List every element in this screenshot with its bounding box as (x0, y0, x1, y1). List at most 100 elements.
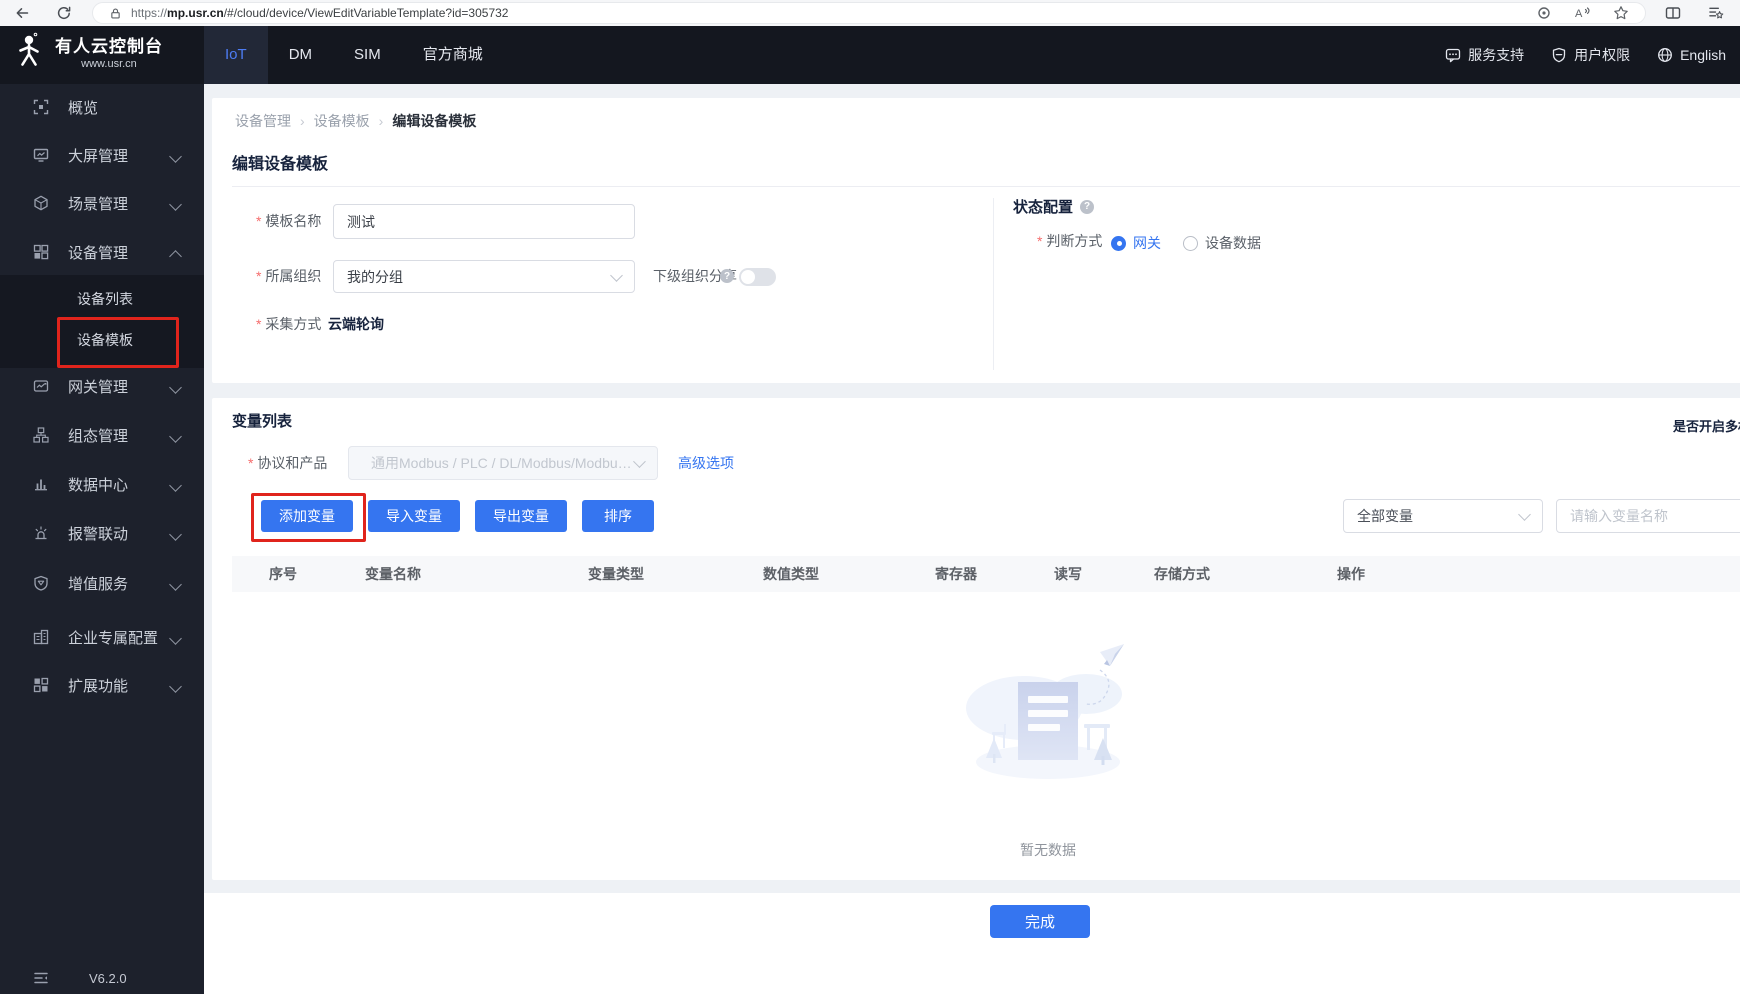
user-permission-link[interactable]: 用户权限 (1551, 45, 1630, 65)
extension-icon (33, 677, 49, 693)
import-variable-button[interactable]: 导入变量 (368, 500, 460, 532)
sidebar-item-device-list[interactable]: 设备列表 (0, 278, 204, 320)
url-path: /#/cloud/device/ViewEditVariableTemplate… (223, 6, 509, 20)
variable-filter-select[interactable]: 全部变量 (1343, 499, 1543, 533)
chevron-down-icon (169, 150, 182, 163)
chevron-down-icon (169, 680, 182, 693)
sidebar-label: 企业专属配置 (68, 629, 159, 647)
top-nav-links: 服务支持 用户权限 English (1445, 26, 1726, 84)
sidebar-item-overview[interactable]: 概览 (0, 86, 204, 128)
radio-dot (1183, 235, 1198, 251)
vertical-divider (993, 198, 994, 370)
tab-dm[interactable]: DM (268, 26, 333, 84)
document-shape (1018, 682, 1078, 760)
user-permission-label: 用户权限 (1574, 47, 1631, 63)
url-bar[interactable]: https://mp.usr.cn/#/cloud/device/ViewEdi… (92, 2, 1646, 24)
screen-icon (33, 148, 49, 162)
chevron-down-icon (169, 430, 182, 443)
sidebar-item-alarm-linkage[interactable]: 报警联动 (0, 512, 204, 554)
collections-icon[interactable] (1708, 5, 1724, 21)
breadcrumb-device-template[interactable]: 设备模板 (314, 111, 370, 131)
advanced-options-link[interactable]: 高级选项 (678, 446, 734, 480)
column-header-register: 寄存器 (935, 566, 977, 582)
breadcrumb-device-mgmt[interactable]: 设备管理 (235, 111, 291, 131)
title-divider (232, 186, 1740, 187)
chevron-down-icon (610, 268, 623, 282)
service-support-link[interactable]: 服务支持 (1445, 45, 1524, 65)
page-title: 编辑设备模板 (232, 156, 329, 173)
shield-icon (1552, 47, 1566, 63)
export-variable-button[interactable]: 导出变量 (475, 500, 567, 532)
back-icon[interactable] (14, 5, 30, 21)
template-name-input[interactable]: 测试 (333, 204, 635, 239)
empty-state-illustration (966, 644, 1124, 779)
collect-mode-label: 采集方式 (256, 310, 321, 338)
protocol-label: 协议和产品 (248, 446, 327, 480)
sidebar-label: 增值服务 (68, 575, 129, 593)
tab-official-store[interactable]: 官方商城 (402, 26, 504, 84)
sidebar-footer: V6.2.0 (0, 970, 204, 986)
lock-icon (111, 7, 120, 19)
breadcrumb-current: 编辑设备模板 (392, 113, 477, 129)
sidebar-item-value-services[interactable]: 增值服务 (0, 562, 204, 604)
empty-state: 暂无数据 (212, 636, 1740, 860)
status-config-title: 状态配置 (1013, 199, 1074, 216)
sidebar-item-data-center[interactable]: 数据中心 (0, 463, 204, 505)
chevron-down-icon (169, 632, 182, 645)
url-domain: mp.usr.cn (167, 6, 224, 20)
brand-logo[interactable]: 有人云控制台 www.usr.cn (12, 32, 163, 74)
tab-sim[interactable]: SIM (333, 26, 402, 84)
radio-gateway-label: 网关 (1133, 235, 1161, 251)
annotation-box-device-template (57, 317, 179, 368)
chevron-down-icon (169, 198, 182, 211)
brand-title: 有人云控制台 (55, 36, 163, 56)
url-text: https://mp.usr.cn/#/cloud/device/ViewEdi… (131, 6, 508, 20)
column-header-name: 变量名称 (365, 566, 421, 582)
variable-list-card: 变量列表 是否开启多机采集 协议和产品 通用Modbus / PLC / DL/… (212, 398, 1740, 880)
language-switch[interactable]: English (1657, 47, 1726, 63)
column-header-data-type: 数值类型 (763, 566, 819, 582)
svg-text:A: A (1575, 8, 1583, 20)
sidebar-label: 扩展功能 (68, 677, 129, 695)
breadcrumb: 设备管理 › 设备模板 › 编辑设备模板 (235, 111, 476, 131)
split-screen-icon[interactable] (1665, 5, 1681, 21)
location-icon[interactable] (1536, 5, 1552, 21)
read-aloud-icon[interactable]: A (1574, 5, 1591, 21)
variable-search-input[interactable] (1556, 499, 1740, 533)
sidebar-item-device-mgmt[interactable]: 设备管理 (0, 231, 204, 273)
chevron-down-icon (169, 479, 182, 492)
column-header-var-type: 变量类型 (588, 566, 644, 582)
enterprise-icon (33, 629, 49, 645)
collapse-sidebar-icon[interactable] (33, 970, 49, 986)
sidebar-item-gateway-mgmt[interactable]: 网关管理 (0, 365, 204, 407)
favorite-icon[interactable] (1613, 5, 1629, 21)
browser-toolbar: https://mp.usr.cn/#/cloud/device/ViewEdi… (0, 0, 1740, 26)
sidebar-item-scene-mgmt[interactable]: 场景管理 (0, 182, 204, 224)
refresh-icon[interactable] (56, 5, 72, 21)
scene-icon (34, 195, 48, 211)
question-icon[interactable]: ? (1080, 199, 1095, 214)
chevron-down-icon (1518, 508, 1531, 521)
scada-icon (33, 427, 49, 443)
radio-device-data[interactable]: 设备数据 (1183, 233, 1261, 253)
sidebar-item-enterprise-config[interactable]: 企业专属配置 (0, 616, 204, 658)
usr-person-logo (19, 32, 39, 66)
share-toggle[interactable] (739, 268, 776, 286)
sidebar-item-scada-mgmt[interactable]: 组态管理 (0, 414, 204, 456)
tab-iot[interactable]: IoT (204, 26, 268, 84)
breadcrumb-separator: › (378, 113, 384, 129)
sort-button[interactable]: 排序 (582, 500, 654, 532)
done-button[interactable]: 完成 (990, 905, 1090, 938)
sidebar-item-screen-mgmt[interactable]: 大屏管理 (0, 134, 204, 176)
question-icon[interactable]: ? (720, 269, 734, 283)
organization-value: 我的分组 (347, 268, 403, 285)
radio-gateway[interactable]: 网关 (1111, 233, 1161, 253)
alarm-icon (35, 526, 47, 540)
sidebar-label: 场景管理 (68, 195, 129, 213)
organization-select[interactable]: 我的分组 (333, 260, 635, 293)
sidebar-label: 数据中心 (68, 476, 129, 494)
data-center-icon (35, 479, 47, 491)
sidebar-item-extensions[interactable]: 扩展功能 (0, 664, 204, 706)
chevron-up-icon (169, 250, 182, 263)
chevron-down-icon (169, 578, 182, 591)
